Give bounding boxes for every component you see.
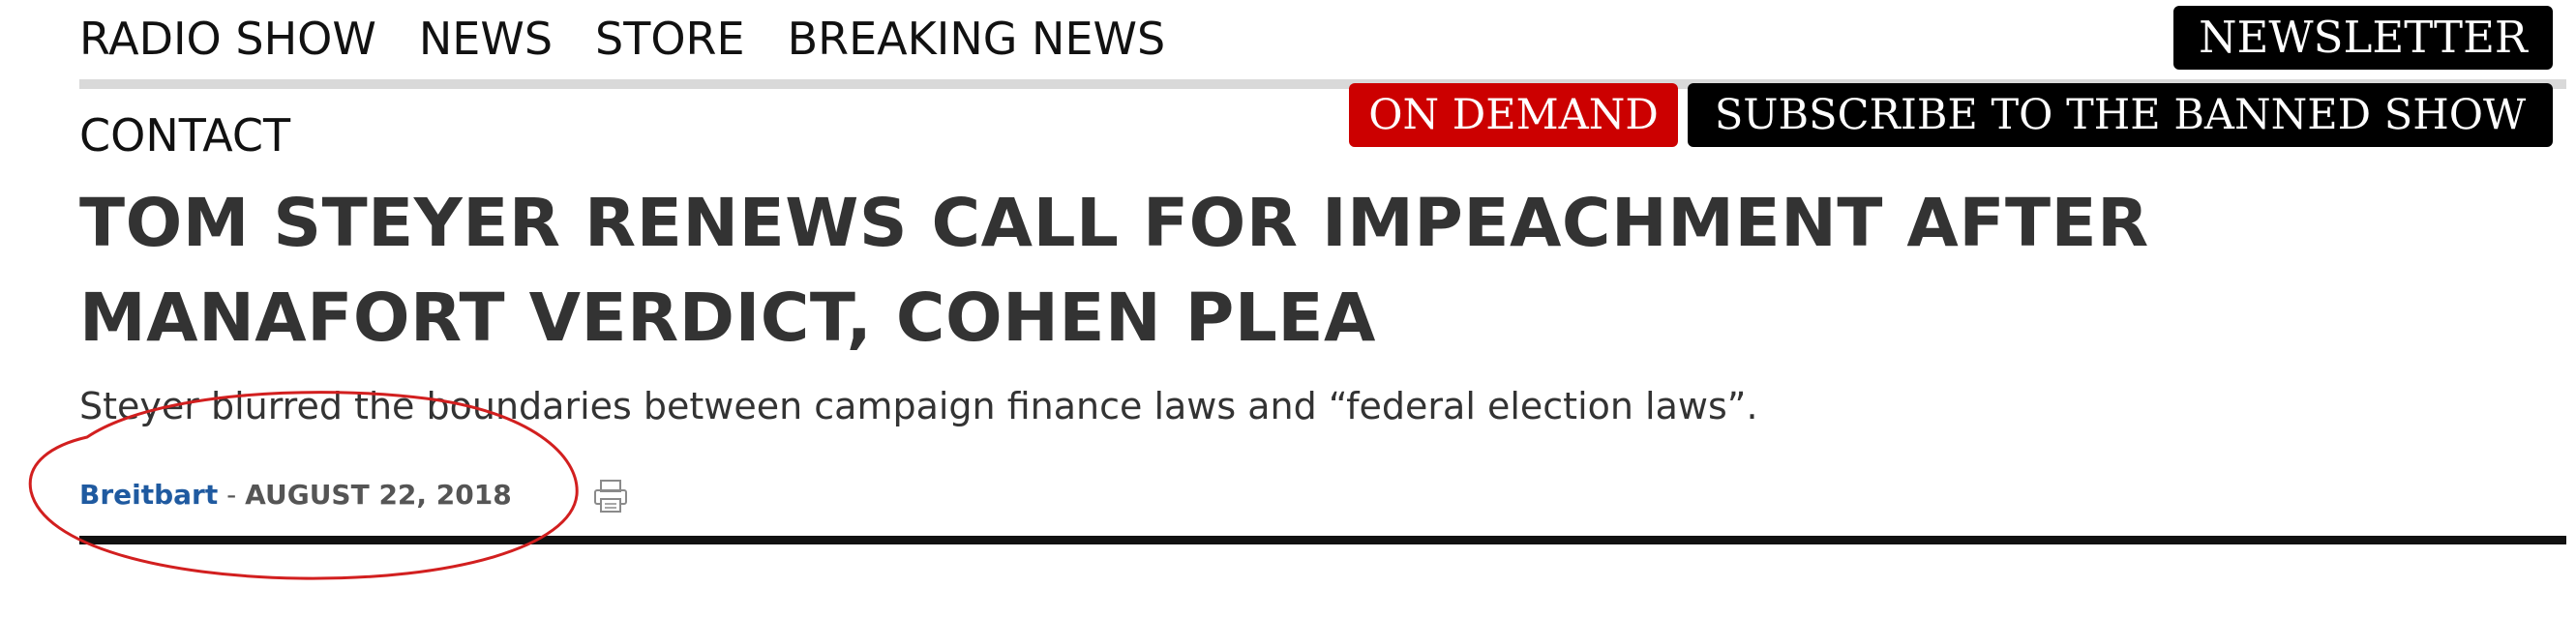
article-byline: Breitbart - AUGUST 22, 2018 [79, 474, 512, 516]
nav-item-store[interactable]: STORE [595, 4, 745, 73]
nav-item-radio-show[interactable]: RADIO SHOW [79, 4, 376, 73]
publish-date: AUGUST 22, 2018 [245, 479, 512, 511]
article-headline: TOM STEYER RENEWS CALL FOR IMPEACHMENT A… [79, 185, 2149, 357]
subscribe-button[interactable]: SUBSCRIBE TO THE BANNED SHOW [1688, 83, 2553, 147]
on-demand-button[interactable]: ON DEMAND [1349, 83, 1678, 147]
nav-item-contact[interactable]: CONTACT [79, 101, 290, 170]
nav-item-breaking-news[interactable]: BREAKING NEWS [788, 4, 1166, 73]
article-subheadline: Steyer blurred the boundaries between ca… [79, 385, 1758, 427]
byline-separator: - [218, 479, 246, 511]
nav-item-news[interactable]: NEWS [419, 4, 553, 73]
author-link[interactable]: Breitbart [79, 479, 218, 511]
main-nav: RADIO SHOW NEWS STORE BREAKING NEWS [79, 4, 1165, 73]
article-divider [79, 536, 2566, 544]
newsletter-button[interactable]: NEWSLETTER [2173, 6, 2553, 70]
print-icon[interactable] [592, 478, 629, 514]
